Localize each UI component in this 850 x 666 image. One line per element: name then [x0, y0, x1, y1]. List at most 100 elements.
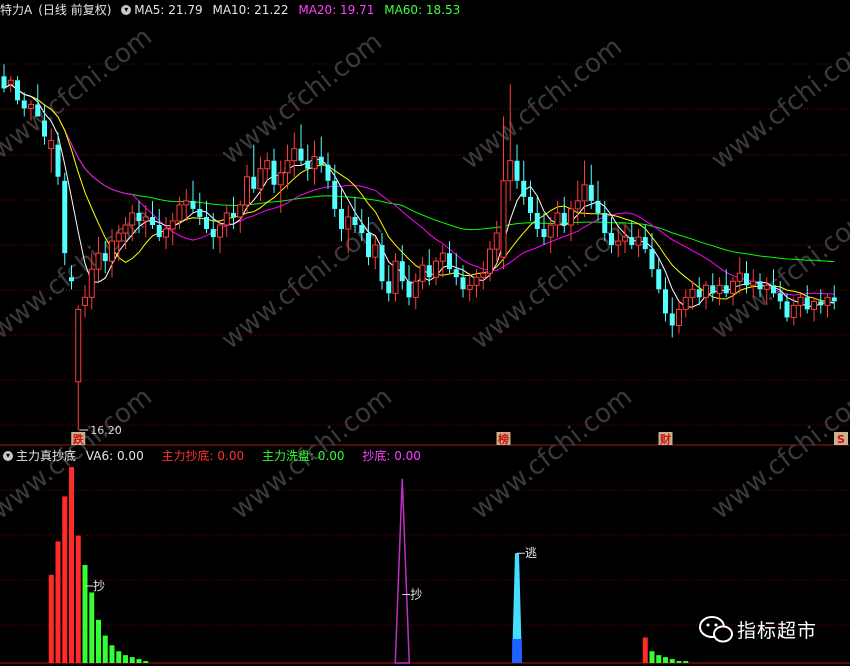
candle-body: [150, 216, 155, 225]
indicator-name[interactable]: 主力真抄底: [16, 449, 76, 463]
candle-body: [264, 160, 271, 170]
candle: [514, 144, 520, 189]
low-price-label: 16.20: [90, 424, 122, 437]
candle-body: [325, 164, 331, 181]
indicator-bar: [116, 651, 122, 663]
indicator-panel: 抄抄逃: [48, 467, 689, 664]
candle: [223, 204, 230, 238]
indicator-bar: [129, 657, 135, 663]
candle: [169, 212, 176, 246]
indicator-bar: [69, 467, 74, 663]
candle-body: [521, 180, 527, 197]
candle-body: [716, 284, 723, 294]
candle: [291, 132, 298, 177]
candle: [305, 144, 311, 181]
candle: [406, 265, 412, 306]
candle: [541, 212, 547, 246]
candle: [480, 261, 487, 290]
candle: [453, 253, 459, 286]
candle: [561, 196, 567, 234]
watermark-text: www.cfchi.com: [706, 32, 850, 176]
candle-body: [750, 280, 757, 286]
candle-body: [466, 284, 473, 290]
candle-body: [642, 237, 648, 250]
candle-body: [554, 212, 561, 226]
indicator-bar: [55, 541, 61, 663]
candle-body: [574, 200, 581, 210]
adjust-mode[interactable]: (日线 前复权): [38, 3, 111, 17]
candle-body: [797, 296, 804, 306]
candle-body: [136, 212, 142, 221]
candle-body: [75, 308, 82, 383]
candle: [318, 136, 324, 173]
indicator-bar: [109, 645, 115, 663]
candle-body: [399, 261, 405, 282]
candle-body: [602, 212, 608, 234]
candle-body: [102, 253, 108, 262]
candle-body: [1, 76, 7, 89]
stock-title[interactable]: 特力A: [0, 3, 32, 17]
candle: [75, 305, 82, 430]
candle-body: [547, 224, 554, 238]
indicator-bar: [136, 659, 142, 663]
candle: [804, 285, 810, 314]
main-chart-header: 特力A (日线 前复权) ▾ MA5: 21.79 MA10: 21.22 MA20…: [0, 0, 466, 20]
candle: [797, 293, 804, 318]
indicator-settings-icon[interactable]: ▾: [3, 450, 13, 461]
candle-body: [609, 233, 614, 246]
candle-body: [804, 297, 810, 310]
candle-body: [777, 293, 783, 302]
indicator-bar: [676, 661, 682, 663]
candle: [284, 144, 291, 189]
candle-body: [359, 225, 365, 234]
indicator-bar: [89, 592, 95, 663]
candle-body: [534, 212, 540, 230]
candle-body: [169, 220, 176, 230]
indicator-bar: [642, 637, 648, 663]
watermark-text: www.cfchi.com: [456, 32, 628, 176]
candle: [55, 132, 61, 185]
candle-body: [824, 296, 831, 306]
candle-body: [460, 277, 466, 290]
event-marker-label: S: [837, 433, 845, 446]
indicator-bar: [683, 661, 689, 663]
candle: [656, 257, 662, 294]
signal-label: 逃: [525, 546, 537, 560]
candle-body: [439, 252, 446, 262]
candle-body: [487, 248, 493, 274]
candle-body: [21, 100, 27, 109]
candle-body: [676, 308, 682, 326]
brand-name: 指标超市: [737, 620, 818, 642]
candle-body: [433, 260, 439, 278]
stock-chart-window: www.cfchi.com www.cfchi.com www.cfchi.com w…: [0, 0, 850, 666]
indicator-bar: [75, 535, 81, 663]
candle-body: [507, 160, 514, 182]
candle-body: [682, 296, 689, 310]
candle-body: [406, 281, 412, 298]
candle-body: [284, 160, 291, 174]
candle-body: [277, 172, 284, 186]
candle: [419, 257, 426, 290]
indicator-bar: [62, 496, 68, 663]
candle: [412, 273, 419, 310]
candle: [682, 289, 689, 318]
watermark-text: www.cfchi.com: [706, 202, 850, 346]
chart-canvas[interactable]: www.cfchi.com www.cfchi.com www.cfchi.com w…: [0, 0, 850, 666]
candle: [156, 208, 162, 242]
candle: [521, 160, 527, 205]
candle-body: [771, 285, 776, 294]
candle-body: [372, 244, 379, 258]
candle-body: [588, 184, 594, 201]
main-wash-value: 主力洗盘: 0.00: [261, 449, 345, 463]
candle: [204, 200, 209, 234]
settings-circle-icon[interactable]: ▾: [121, 4, 132, 15]
candle: [197, 192, 203, 225]
candle: [716, 277, 723, 306]
candle: [635, 229, 642, 258]
ma5-line: [3, 83, 835, 308]
candle-body: [35, 104, 41, 117]
candle: [669, 297, 675, 338]
indicator-bar: [669, 659, 675, 663]
candle: [534, 196, 540, 238]
candle-body: [237, 204, 244, 218]
